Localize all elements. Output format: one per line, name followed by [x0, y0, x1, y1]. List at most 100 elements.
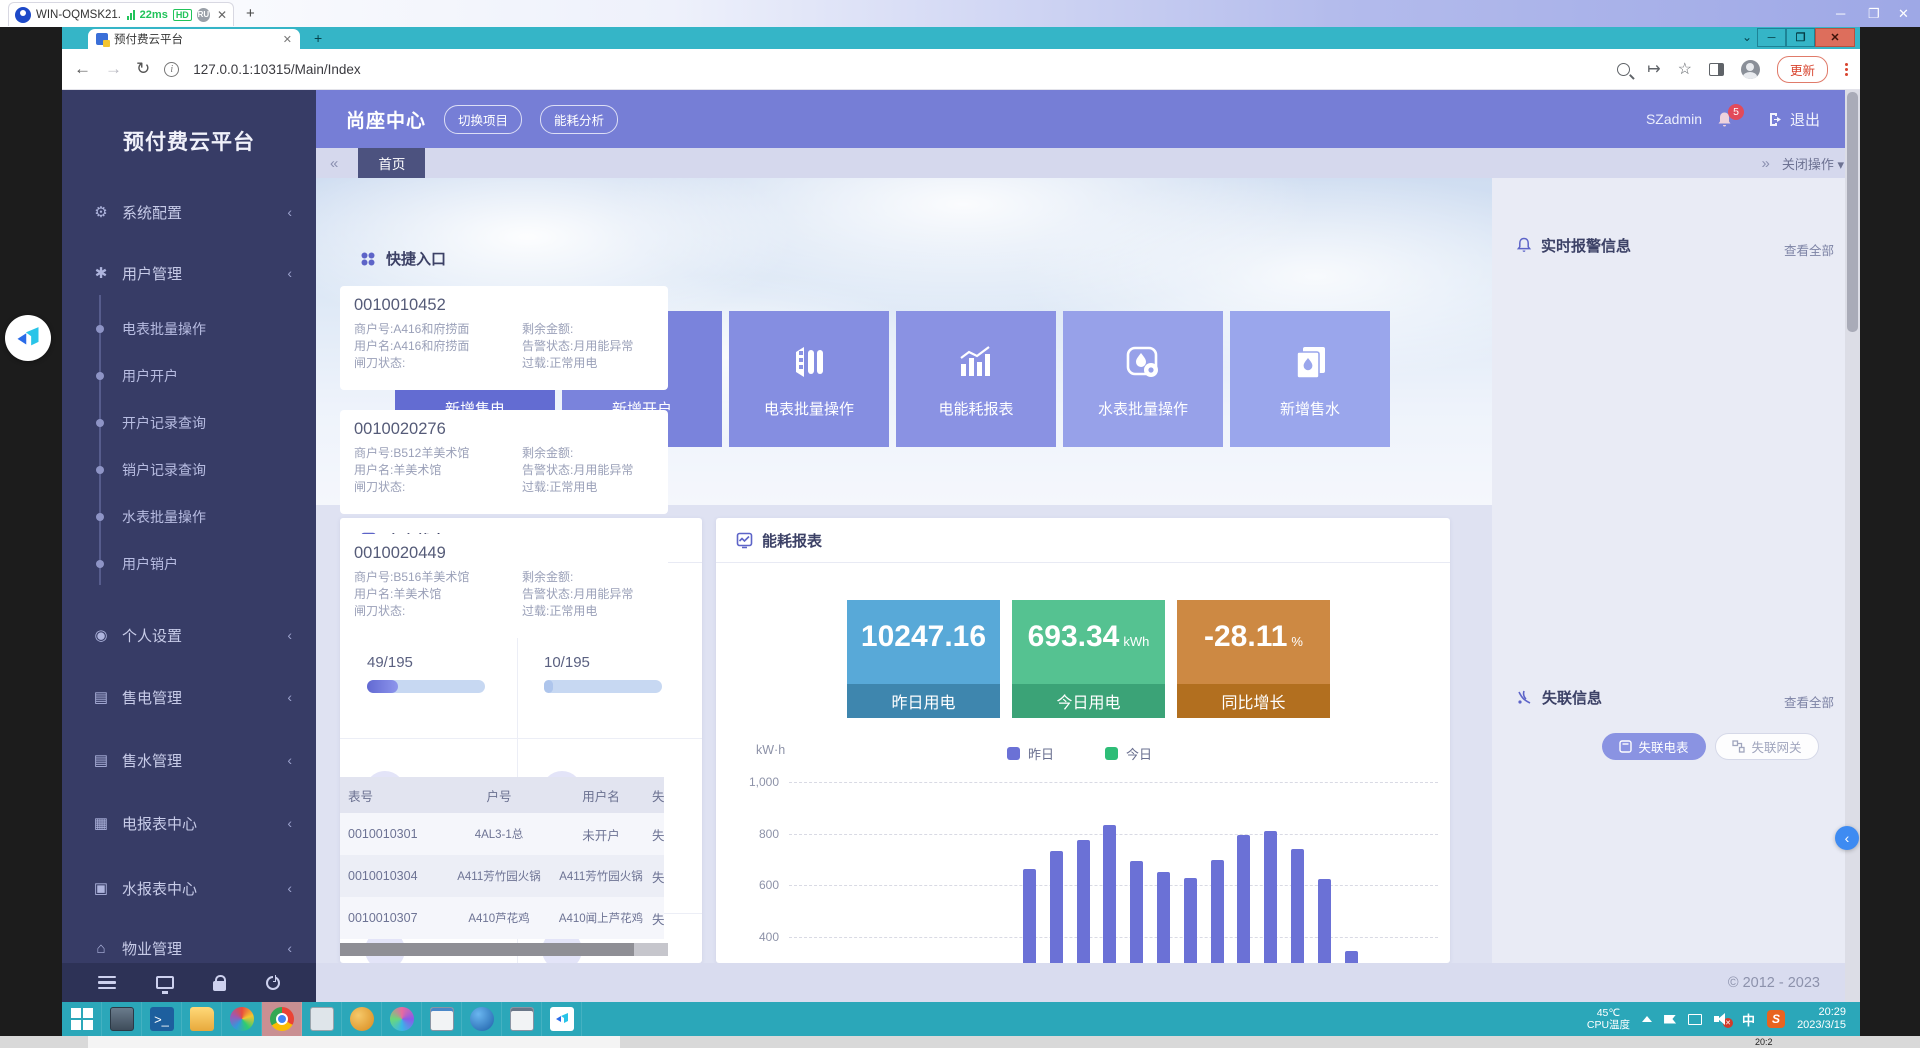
todesk-icon[interactable]	[542, 1002, 582, 1036]
reload-icon[interactable]: ↻	[136, 59, 150, 79]
powershell-icon[interactable]: >_	[142, 1002, 182, 1036]
tab-home[interactable]: 首页	[358, 148, 425, 178]
alert-detail-row: 用户名:羊美术馆告警状态:月用能异常	[354, 586, 654, 603]
taskbar-clock[interactable]: 20:292023/3/15	[1797, 1006, 1846, 1032]
todesk-floating-ball[interactable]	[5, 315, 51, 361]
page-vertical-scrollbar[interactable]	[1845, 90, 1860, 1002]
site-info-icon[interactable]: i	[164, 62, 179, 77]
new-session-button[interactable]: +	[246, 5, 255, 22]
logout-button[interactable]: 退出	[1768, 109, 1820, 130]
file-explorer-icon[interactable]	[182, 1002, 222, 1036]
alert-id: 0010020276	[354, 420, 654, 439]
sidebar-subitem-用户开户[interactable]: 用户开户	[62, 363, 316, 389]
sidebar-item-物业管理[interactable]: ⌂物业管理‹	[62, 933, 316, 963]
offline-gateway-button[interactable]: 失联网关	[1715, 733, 1819, 760]
alert-card-0010020276[interactable]: 0010020276商户号:B512羊美术馆剩余金额:用户名:羊美术馆告警状态:…	[340, 410, 668, 514]
browser-tab[interactable]: 预付费云平台 ✕	[88, 29, 300, 49]
power-icon[interactable]	[266, 976, 280, 990]
host-clock-partial: 20:2	[1755, 1037, 1773, 1047]
list-window-icon[interactable]	[502, 1002, 542, 1036]
legend-昨日[interactable]: 昨日	[1007, 744, 1054, 763]
network-icon[interactable]	[1688, 1014, 1702, 1025]
bookmark-star-icon[interactable]: ☆	[1678, 59, 1692, 79]
quick-tile-电表批量操作[interactable]: 电表批量操作	[729, 311, 889, 447]
report-window-icon[interactable]	[422, 1002, 462, 1036]
switch-project-button[interactable]: 切换项目	[444, 105, 522, 134]
window-close-button[interactable]: ✕	[1815, 28, 1855, 47]
offline-view-all-link[interactable]: 查看全部	[1784, 692, 1834, 711]
scroll-tabs-left-icon[interactable]: «	[330, 155, 336, 172]
phoenix-app-icon[interactable]	[382, 1002, 422, 1036]
browser-360-icon[interactable]	[222, 1002, 262, 1036]
sidebar-subitem-开户记录查询[interactable]: 开户记录查询	[62, 410, 316, 436]
forward-icon[interactable]: →	[105, 59, 122, 79]
close-operations-dropdown[interactable]: 关闭操作 ▾	[1782, 154, 1844, 173]
tray-expand-icon[interactable]	[1642, 1016, 1652, 1022]
cpu-temp-widget[interactable]: 45℃CPU温度	[1587, 1007, 1630, 1031]
drawer-toggle-button[interactable]: ‹	[1835, 826, 1859, 850]
quick-tile-电能耗报表[interactable]: 电能耗报表	[896, 311, 1056, 447]
action-center-flag-icon[interactable]	[1664, 1015, 1676, 1024]
globe-tools-icon[interactable]	[462, 1002, 502, 1036]
table-row[interactable]: 0010010304A411芳竹园火锅A411芳竹园火锅失联	[340, 855, 664, 897]
gear-app-icon[interactable]	[342, 1002, 382, 1036]
ime-indicator[interactable]: 中	[1742, 1010, 1755, 1029]
table-row[interactable]: 0010010307A410芦花鸡A410闻上芦花鸡失联	[340, 897, 664, 939]
sidebar-subitem-电表批量操作[interactable]: 电表批量操作	[62, 316, 316, 342]
lock-icon[interactable]	[213, 981, 226, 991]
table-horizontal-scrollbar[interactable]	[340, 943, 668, 956]
sidebar-item-电报表中心[interactable]: ▦电报表中心‹	[62, 808, 316, 838]
chart-unit-label: kW·h	[756, 743, 785, 757]
sidebar-item-用户管理[interactable]: ✱用户管理‹	[62, 258, 316, 288]
quick-tile-新增售水[interactable]: 新增售水	[1230, 311, 1390, 447]
alarm-bell-icon	[1516, 237, 1532, 254]
monitor-app-icon[interactable]	[302, 1002, 342, 1036]
tab-close-icon[interactable]: ✕	[283, 33, 292, 46]
menu-collapse-icon[interactable]	[98, 976, 116, 990]
side-panel-icon[interactable]	[1709, 63, 1724, 76]
close-session-icon[interactable]: ✕	[217, 8, 227, 22]
alert-card-0010020449[interactable]: 0010020449商户号:B516羊美术馆剩余金额:用户名:羊美术馆告警状态:…	[340, 534, 668, 638]
url-text[interactable]: 127.0.0.1:10315/Main/Index	[193, 62, 360, 77]
legend-今日[interactable]: 今日	[1105, 744, 1152, 763]
alert-detail-row: 用户名:A416和府捞面告警状态:月用能异常	[354, 338, 654, 355]
back-icon[interactable]: ←	[74, 59, 91, 79]
sidebar-subitem-销户记录查询[interactable]: 销户记录查询	[62, 457, 316, 483]
profile-avatar[interactable]	[1741, 60, 1760, 79]
sidebar-item-售电管理[interactable]: ▤售电管理‹	[62, 682, 316, 712]
zoom-icon[interactable]	[1617, 63, 1630, 76]
sell-water-icon	[1291, 340, 1329, 384]
host-maximize-button[interactable]: ❐	[1868, 6, 1880, 22]
sidebar-item-水报表中心[interactable]: ▣水报表中心‹	[62, 873, 316, 903]
host-session-tab[interactable]: WIN-OQMSK21... 22ms HD RU ✕	[8, 2, 234, 26]
scroll-tabs-right-icon[interactable]: »	[1762, 155, 1768, 172]
sidebar-item-售水管理[interactable]: ▤售水管理‹	[62, 745, 316, 775]
alert-card-0010010452[interactable]: 0010010452商户号:A416和府捞面剩余金额:用户名:A416和府捞面告…	[340, 286, 668, 390]
chrome-icon-active[interactable]	[262, 1002, 302, 1036]
update-button[interactable]: 更新	[1777, 56, 1828, 83]
sidebar-subitem-水表批量操作[interactable]: 水表批量操作	[62, 504, 316, 530]
start-button[interactable]	[62, 1002, 102, 1036]
username-label[interactable]: SZadmin	[1646, 111, 1702, 127]
sidebar-subitem-用户销户[interactable]: 用户销户	[62, 551, 316, 577]
sogou-icon[interactable]: S	[1767, 1010, 1785, 1028]
menu-dots-icon[interactable]	[1845, 63, 1848, 76]
window-maximize-button[interactable]: ❐	[1786, 28, 1815, 47]
share-icon[interactable]: ↦	[1647, 59, 1660, 79]
window-minimize-button[interactable]: ─	[1757, 28, 1786, 47]
offline-meter-button[interactable]: 失联电表	[1602, 733, 1706, 760]
chevron-down-icon[interactable]: ⌄	[1742, 30, 1752, 44]
host-close-button[interactable]: ✕	[1898, 6, 1909, 22]
quick-tile-水表批量操作[interactable]: 水表批量操作	[1063, 311, 1223, 447]
alerts-view-all-link[interactable]: 查看全部	[1784, 240, 1834, 259]
server-manager-icon[interactable]	[102, 1002, 142, 1036]
sidebar-item-个人设置[interactable]: ◉个人设置‹	[62, 620, 316, 650]
notification-bell[interactable]: 5	[1716, 108, 1738, 130]
monitor-icon[interactable]	[156, 976, 174, 989]
energy-analysis-button[interactable]: 能耗分析	[540, 105, 618, 134]
volume-muted-icon[interactable]: ✕	[1714, 1013, 1730, 1025]
host-minimize-button[interactable]: ─	[1836, 6, 1845, 21]
sidebar-item-系统配置[interactable]: ⚙系统配置‹	[62, 197, 316, 227]
table-row[interactable]: 00100103014AL3-1总未开户失联	[340, 813, 664, 855]
new-tab-button[interactable]: +	[314, 30, 322, 46]
